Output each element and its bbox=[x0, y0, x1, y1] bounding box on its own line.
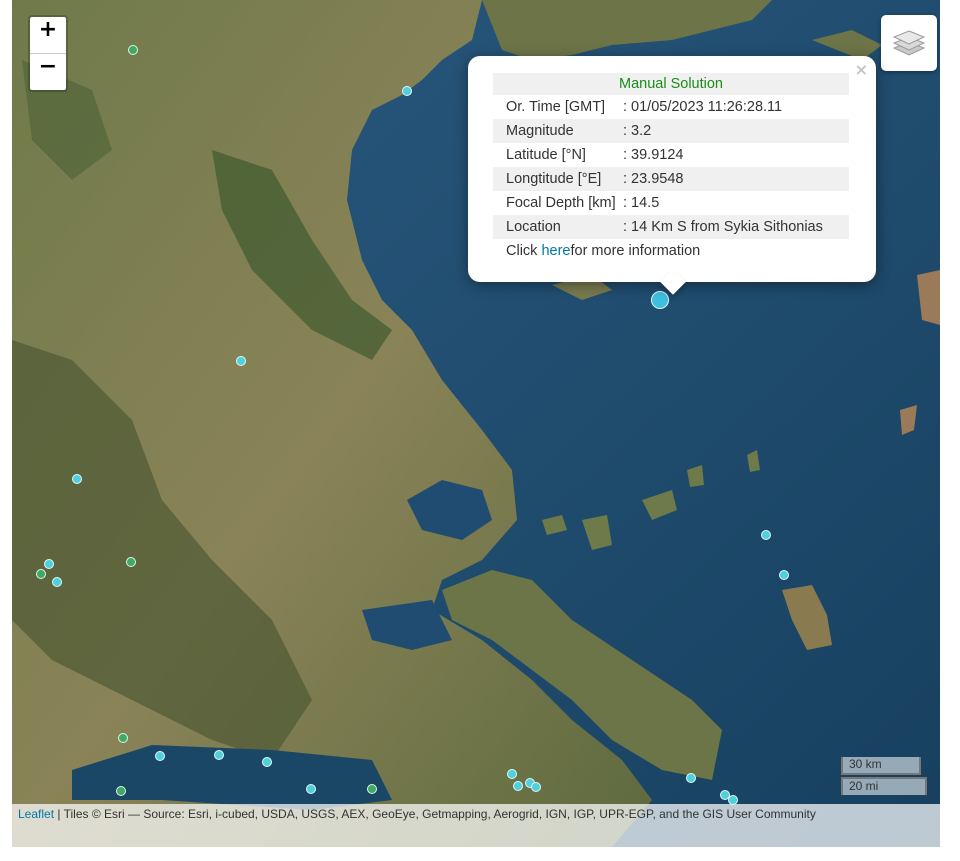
more-info-suffix: for more information bbox=[570, 243, 701, 259]
quake-marker[interactable] bbox=[44, 559, 54, 569]
info-value: : 14.5 bbox=[623, 195, 660, 211]
info-row: Focal Depth [km] : 14.5 bbox=[493, 191, 849, 215]
quake-info-popup: × Manual Solution Or. Time [GMT] : 01/05/… bbox=[468, 56, 876, 295]
layers-icon bbox=[892, 30, 926, 56]
zoom-in-button[interactable]: + bbox=[30, 17, 66, 53]
quake-marker[interactable] bbox=[686, 773, 696, 783]
popup-close-button[interactable]: × bbox=[855, 60, 868, 79]
quake-marker[interactable] bbox=[402, 86, 412, 96]
info-row: Location : 14 Km S from Sykia Sithonias bbox=[493, 215, 849, 239]
quake-info-table: Manual Solution Or. Time [GMT] : 01/05/20… bbox=[493, 73, 849, 263]
info-key: Location bbox=[506, 219, 561, 235]
popup-title: Manual Solution bbox=[493, 73, 849, 95]
quake-marker[interactable] bbox=[306, 784, 316, 794]
map-attribution: Leaflet | Tiles © Esri — Source: Esri, i… bbox=[12, 804, 940, 847]
info-row: Latitude [°N] : 39.9124 bbox=[493, 143, 849, 167]
quake-marker[interactable] bbox=[128, 45, 138, 55]
quake-marker[interactable] bbox=[531, 782, 541, 792]
info-key: Longtitude [°E] bbox=[506, 171, 602, 187]
quake-marker[interactable] bbox=[36, 569, 46, 579]
quake-marker[interactable] bbox=[236, 356, 246, 366]
quake-marker[interactable] bbox=[367, 784, 377, 794]
zoom-out-button[interactable]: − bbox=[30, 53, 66, 90]
quake-marker[interactable] bbox=[507, 769, 517, 779]
info-value: : 01/05/2023 11:26:28.11 bbox=[623, 99, 783, 115]
map-view[interactable]: + − × Manual Solution Or. Time [GMT] : 01… bbox=[12, 0, 940, 847]
info-key: Latitude [°N] bbox=[506, 147, 586, 163]
leaflet-link[interactable]: Leaflet bbox=[18, 807, 54, 821]
info-row: Longtitude [°E] : 23.9548 bbox=[493, 167, 849, 191]
more-info-link[interactable]: here bbox=[541, 239, 570, 263]
quake-marker[interactable] bbox=[72, 474, 82, 484]
info-value: : 3.2 bbox=[623, 123, 652, 139]
info-key: Or. Time [GMT] bbox=[506, 99, 606, 115]
info-value: : 23.9548 bbox=[623, 171, 684, 187]
info-value: : 39.9124 bbox=[623, 147, 684, 163]
quake-marker[interactable] bbox=[513, 781, 523, 791]
info-value: : 14 Km S from Sykia Sithonias bbox=[623, 219, 823, 235]
layers-button[interactable] bbox=[881, 15, 937, 71]
quake-marker[interactable] bbox=[52, 577, 62, 587]
quake-marker[interactable] bbox=[761, 530, 771, 540]
info-key: Focal Depth [km] bbox=[506, 195, 616, 211]
info-key: Magnitude bbox=[506, 123, 574, 139]
quake-marker[interactable] bbox=[262, 757, 272, 767]
zoom-control: + − bbox=[28, 15, 68, 92]
quake-marker[interactable] bbox=[779, 570, 789, 580]
more-info-prefix: Click bbox=[506, 243, 538, 259]
selected-quake-marker[interactable] bbox=[651, 291, 669, 309]
scale-mi: 20 mi bbox=[841, 777, 927, 795]
quake-marker[interactable] bbox=[116, 786, 126, 796]
quake-marker[interactable] bbox=[126, 557, 136, 567]
quake-marker[interactable] bbox=[155, 751, 165, 761]
quake-marker[interactable] bbox=[214, 750, 224, 760]
quake-marker[interactable] bbox=[118, 733, 128, 743]
attribution-text: | Tiles © Esri — Source: Esri, i-cubed, … bbox=[54, 807, 816, 821]
scale-km: 30 km bbox=[841, 757, 921, 775]
more-info-line: Click here for more information bbox=[493, 239, 849, 263]
info-row: Magnitude : 3.2 bbox=[493, 119, 849, 143]
info-row: Or. Time [GMT] : 01/05/2023 11:26:28.11 bbox=[493, 95, 849, 119]
